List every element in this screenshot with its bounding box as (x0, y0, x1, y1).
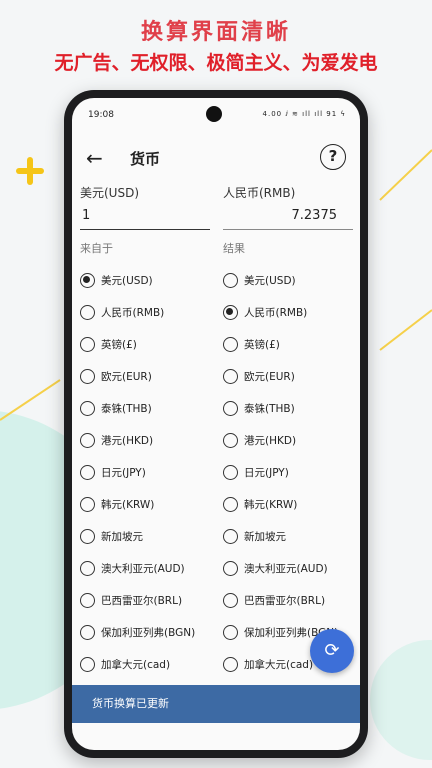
left-currency-option[interactable]: 巴西雷亚尔(BRL) (80, 584, 210, 616)
currency-option-label: 保加利亚列弗(BGN) (101, 626, 196, 639)
source-currency-label: 美元(USD) (80, 186, 140, 200)
currency-option-label: 美元(USD) (101, 274, 153, 287)
left-currency-option[interactable]: 加拿大元(cad) (80, 648, 210, 680)
right-currency-option[interactable]: 泰铢(THB) (223, 392, 353, 424)
currency-option-label: 欧元(EUR) (101, 370, 152, 383)
left-currency-option[interactable]: 欧元(EUR) (80, 360, 210, 392)
result-amount-field[interactable]: 7.2375 (223, 206, 353, 230)
status-bar: 19:08 4.00 ⅈ ≋ ıll ıll 91 ϟ (72, 98, 360, 134)
currency-option-label: 美元(USD) (244, 274, 296, 287)
result-currency-label: 人民币(RMB) (223, 186, 296, 200)
radio-button[interactable] (80, 432, 95, 448)
left-currency-option[interactable]: 韩元(KRW) (80, 488, 210, 520)
app-screen: 19:08 4.00 ⅈ ≋ ıll ıll 91 ϟ ← 货币 ? 美元(US… (72, 98, 360, 750)
from-section-label: 来自于 (80, 242, 113, 255)
camera-cutout (206, 106, 222, 122)
help-icon[interactable]: ? (320, 144, 346, 170)
radio-button[interactable] (80, 528, 95, 544)
right-currency-option[interactable]: 英镑(£) (223, 328, 353, 360)
source-currency-list: 美元(USD) 人民币(RMB) 英镑(£) 欧元(EUR) 泰铢(THB) 港元(HKD… (80, 264, 210, 712)
page-title: 货币 (130, 150, 161, 168)
app-bar: ← 货币 ? (72, 138, 360, 180)
radio-button[interactable] (223, 400, 238, 416)
left-currency-option[interactable]: 英镑(£) (80, 328, 210, 360)
radio-button[interactable] (223, 560, 238, 576)
left-currency-option[interactable]: 保加利亚列弗(BGN) (80, 616, 210, 648)
currency-option-label: 澳大利亚元(AUD) (101, 562, 185, 575)
radio-button[interactable] (223, 432, 238, 448)
radio-button[interactable] (80, 272, 95, 288)
right-currency-option[interactable]: 港元(HKD) (223, 424, 353, 456)
left-currency-option[interactable]: 泰铢(THB) (80, 392, 210, 424)
radio-button[interactable] (223, 304, 238, 320)
radio-button[interactable] (223, 336, 238, 352)
radio-button[interactable] (223, 656, 238, 672)
currency-option-label: 欧元(EUR) (244, 370, 295, 383)
radio-button[interactable] (80, 368, 95, 384)
status-icons: 4.00 ⅈ ≋ ıll ıll 91 ϟ (262, 110, 346, 118)
right-currency-option[interactable]: 澳大利亚元(AUD) (223, 552, 353, 584)
status-time: 19:08 (88, 110, 114, 120)
radio-button[interactable] (223, 368, 238, 384)
left-currency-option[interactable]: 港元(HKD) (80, 424, 210, 456)
radio-button[interactable] (80, 656, 95, 672)
right-currency-option[interactable]: 欧元(EUR) (223, 360, 353, 392)
source-amount-input[interactable]: 1 (80, 206, 210, 230)
currency-option-label: 英镑(£) (244, 338, 280, 351)
right-currency-option[interactable]: 人民币(RMB) (223, 296, 353, 328)
radio-button[interactable] (80, 304, 95, 320)
right-currency-option[interactable]: 巴西雷亚尔(BRL) (223, 584, 353, 616)
result-section-label: 结果 (223, 242, 245, 255)
currency-option-label: 巴西雷亚尔(BRL) (101, 594, 183, 607)
left-currency-option[interactable]: 澳大利亚元(AUD) (80, 552, 210, 584)
currency-option-label: 新加坡元 (101, 530, 143, 543)
currency-option-label: 港元(HKD) (101, 434, 154, 447)
radio-button[interactable] (80, 496, 95, 512)
currency-option-label: 加拿大元(cad) (244, 658, 314, 671)
back-arrow-icon[interactable]: ← (86, 146, 110, 170)
swap-refresh-button[interactable]: ⟳ (310, 629, 354, 673)
radio-button[interactable] (80, 400, 95, 416)
currency-option-label: 韩元(KRW) (244, 498, 298, 511)
radio-button[interactable] (223, 528, 238, 544)
currency-option-label: 泰铢(THB) (101, 402, 152, 415)
currency-option-label: 英镑(£) (101, 338, 137, 351)
radio-button[interactable] (80, 624, 95, 640)
right-currency-option[interactable]: 美元(USD) (223, 264, 353, 296)
radio-button[interactable] (80, 560, 95, 576)
phone-frame: 19:08 4.00 ⅈ ≋ ıll ıll 91 ϟ ← 货币 ? 美元(US… (64, 90, 368, 758)
radio-button[interactable] (80, 592, 95, 608)
currency-option-label: 港元(HKD) (244, 434, 297, 447)
radio-button[interactable] (223, 272, 238, 288)
radio-button[interactable] (80, 336, 95, 352)
left-currency-option[interactable]: 新加坡元 (80, 520, 210, 552)
left-currency-option[interactable]: 人民币(RMB) (80, 296, 210, 328)
radio-button[interactable] (223, 496, 238, 512)
right-currency-option[interactable]: 新加坡元 (223, 520, 353, 552)
radio-button[interactable] (80, 464, 95, 480)
left-currency-option[interactable]: 日元(JPY) (80, 456, 210, 488)
currency-option-label: 日元(JPY) (101, 466, 146, 479)
currency-option-label: 新加坡元 (244, 530, 286, 543)
radio-button[interactable] (223, 592, 238, 608)
currency-option-label: 人民币(RMB) (101, 306, 165, 319)
currency-option-label: 泰铢(THB) (244, 402, 295, 415)
currency-option-label: 人民币(RMB) (244, 306, 308, 319)
right-currency-option[interactable]: 日元(JPY) (223, 456, 353, 488)
currency-option-label: 韩元(KRW) (101, 498, 155, 511)
right-currency-option[interactable]: 韩元(KRW) (223, 488, 353, 520)
currency-option-label: 巴西雷亚尔(BRL) (244, 594, 326, 607)
source-column: 美元(USD) 1 来自于 美元(USD) 人民币(RMB) 英镑(£) 欧元(EUR… (80, 184, 210, 712)
radio-button[interactable] (223, 624, 238, 640)
snackbar-message: 货币换算已更新 (72, 685, 360, 723)
left-currency-option[interactable]: 美元(USD) (80, 264, 210, 296)
radio-button[interactable] (223, 464, 238, 480)
promo-title: 换算界面清晰 (140, 20, 291, 45)
currency-option-label: 澳大利亚元(AUD) (244, 562, 328, 575)
currency-option-label: 日元(JPY) (244, 466, 289, 479)
promo-subtitle: 无广告、无权限、极简主义、为爱发电 (54, 52, 378, 74)
currency-option-label: 加拿大元(cad) (101, 658, 171, 671)
